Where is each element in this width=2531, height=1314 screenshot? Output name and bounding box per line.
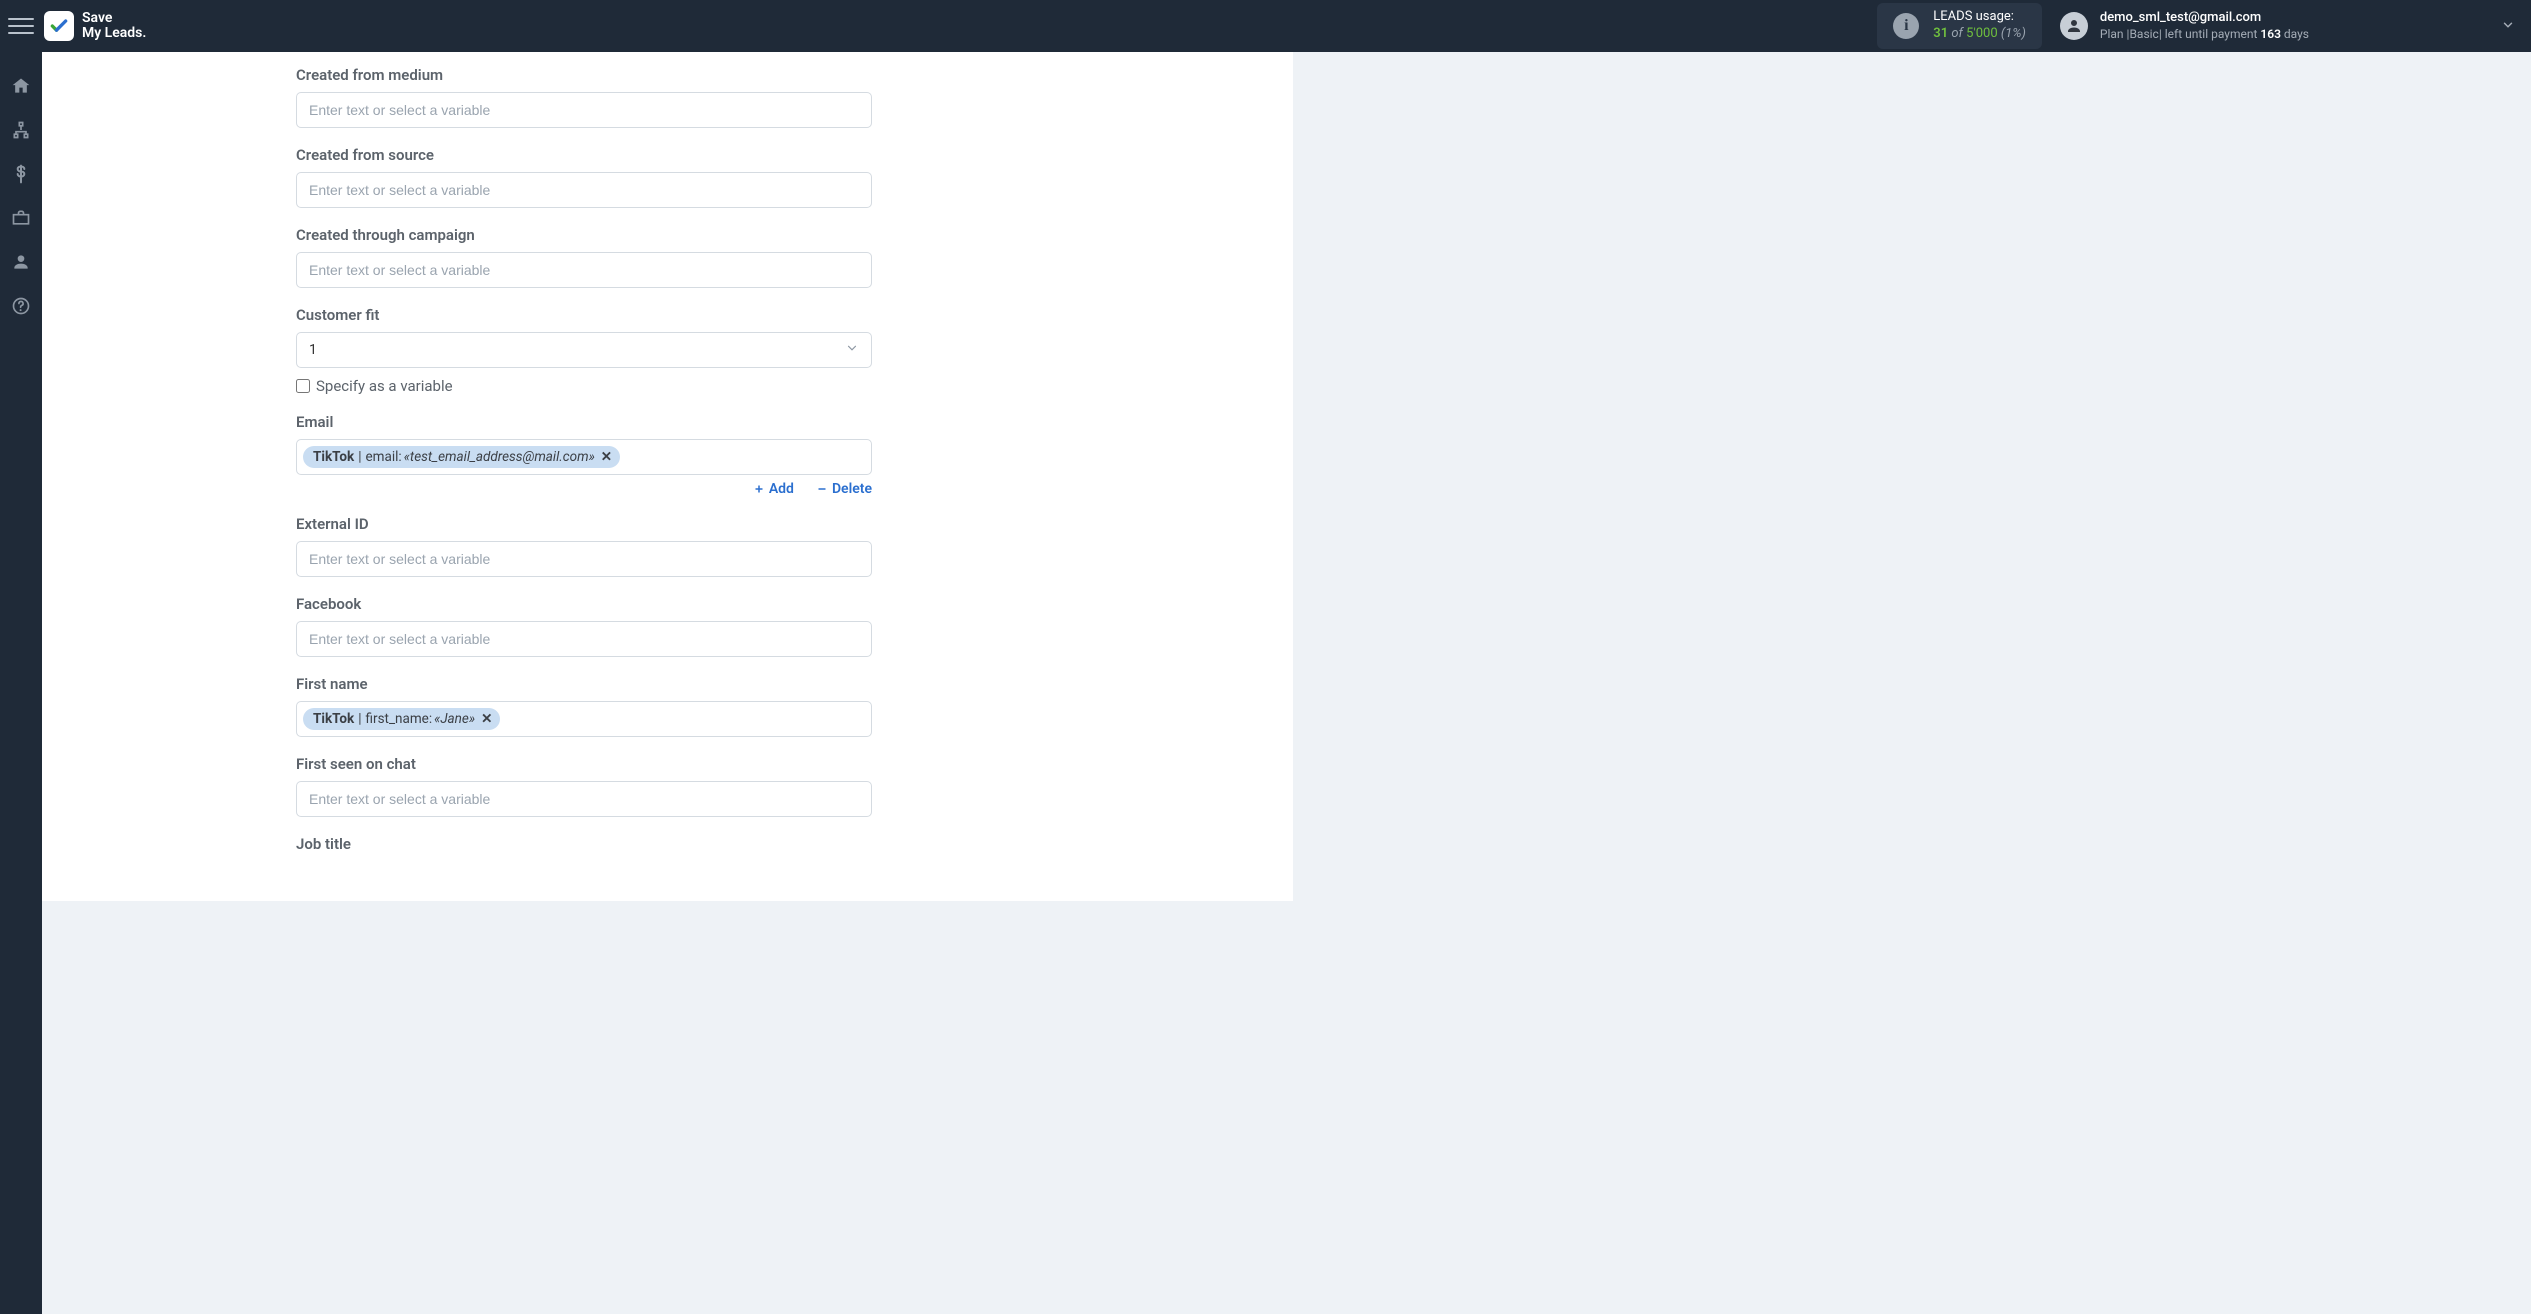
dollar-icon xyxy=(11,164,31,184)
app-logo xyxy=(44,11,74,41)
info-icon: i xyxy=(1893,13,1919,39)
input-first-name[interactable]: TikTok | first_name: «Jane» ✕ xyxy=(296,701,872,737)
top-bar: Save My Leads. i LEADS usage: 31 of 5'00… xyxy=(0,0,2531,52)
field-created-from-source: Created from source xyxy=(296,146,1251,208)
usage-of-word: of xyxy=(1951,26,1963,41)
select-customer-fit[interactable]: 1 xyxy=(296,332,872,368)
chip-value: «Jane» xyxy=(434,711,475,727)
account-menu[interactable]: demo_sml_test@gmail.com Plan |Basic| lef… xyxy=(2060,10,2515,41)
specify-as-variable-checkbox[interactable] xyxy=(296,379,310,393)
form-card: Created from medium Created from source … xyxy=(42,52,1293,901)
chip-separator: | xyxy=(358,711,361,727)
plan-prefix: Plan | xyxy=(2100,27,2130,41)
page-scroll-area[interactable]: Created from medium Created from source … xyxy=(42,52,2531,1314)
chip-value: «test_email_address@mail.com» xyxy=(404,449,595,465)
input-created-from-medium[interactable] xyxy=(296,92,872,128)
chip-key: email: xyxy=(366,449,402,465)
usage-current: 31 xyxy=(1933,26,1948,41)
delete-label: Delete xyxy=(832,481,872,497)
chip-separator: | xyxy=(358,449,361,465)
label-created-through-campaign: Created through campaign xyxy=(296,226,1251,244)
input-created-from-source[interactable] xyxy=(296,172,872,208)
label-external-id: External ID xyxy=(296,515,1251,533)
input-first-seen-on-chat[interactable] xyxy=(296,781,872,817)
plus-icon xyxy=(753,483,765,495)
specify-as-variable-row[interactable]: Specify as a variable xyxy=(296,377,1251,395)
brand-title: Save My Leads. xyxy=(82,11,146,42)
help-icon xyxy=(11,296,31,316)
left-sidebar xyxy=(0,52,42,1314)
chip-remove-button[interactable]: ✕ xyxy=(601,449,612,465)
add-email-button[interactable]: Add xyxy=(753,481,794,497)
sidebar-item-billing[interactable] xyxy=(11,164,31,184)
label-first-seen-on-chat: First seen on chat xyxy=(296,755,1251,773)
input-email[interactable]: TikTok | email: «test_email_address@mail… xyxy=(296,439,872,475)
sidebar-item-connections[interactable] xyxy=(11,120,31,140)
brand-line1: Save xyxy=(82,11,146,26)
avatar xyxy=(2060,12,2088,40)
plan-mid: | left until payment xyxy=(2159,27,2261,41)
field-created-through-campaign: Created through campaign xyxy=(296,226,1251,288)
field-first-name: First name TikTok | first_name: «Jane» ✕ xyxy=(296,675,1251,737)
chip-key: first_name: xyxy=(366,711,433,727)
leads-usage-text: LEADS usage: 31 of 5'000 (1%) xyxy=(1933,9,2026,43)
label-facebook: Facebook xyxy=(296,595,1251,613)
usage-pct: (1%) xyxy=(2001,26,2026,41)
plan-days-count: 163 xyxy=(2260,27,2281,41)
label-created-from-medium: Created from medium xyxy=(296,66,1251,84)
field-first-seen-on-chat: First seen on chat xyxy=(296,755,1251,817)
select-customer-fit-value: 1 xyxy=(309,342,317,358)
field-job-title: Job title xyxy=(296,835,1251,853)
email-action-row: Add Delete xyxy=(296,481,872,497)
hierarchy-icon xyxy=(11,120,31,140)
briefcase-icon xyxy=(11,208,31,228)
chip-source: TikTok xyxy=(313,449,354,465)
sidebar-item-profile[interactable] xyxy=(11,252,31,272)
field-email: Email TikTok | email: «test_email_addres… xyxy=(296,413,1251,497)
home-icon xyxy=(11,76,31,96)
label-email: Email xyxy=(296,413,1251,431)
chip-remove-button[interactable]: ✕ xyxy=(481,711,492,727)
add-label: Add xyxy=(769,481,794,497)
usage-label: LEADS usage: xyxy=(1933,9,2026,26)
menu-toggle-button[interactable] xyxy=(8,13,34,39)
field-facebook: Facebook xyxy=(296,595,1251,657)
chevron-down-icon xyxy=(845,341,859,359)
minus-icon xyxy=(816,483,828,495)
leads-usage-panel[interactable]: i LEADS usage: 31 of 5'000 (1%) xyxy=(1877,3,2042,49)
specify-as-variable-label: Specify as a variable xyxy=(316,377,453,395)
chip-email[interactable]: TikTok | email: «test_email_address@mail… xyxy=(303,446,620,468)
field-external-id: External ID xyxy=(296,515,1251,577)
chip-first-name[interactable]: TikTok | first_name: «Jane» ✕ xyxy=(303,708,500,730)
chip-source: TikTok xyxy=(313,711,354,727)
check-icon xyxy=(49,16,69,36)
input-facebook[interactable] xyxy=(296,621,872,657)
label-created-from-source: Created from source xyxy=(296,146,1251,164)
delete-email-button[interactable]: Delete xyxy=(816,481,872,497)
sidebar-item-help[interactable] xyxy=(11,296,31,316)
chevron-down-icon xyxy=(2501,17,2515,36)
account-plan-line: Plan |Basic| left until payment 163 days xyxy=(2100,27,2309,42)
account-text: demo_sml_test@gmail.com Plan |Basic| lef… xyxy=(2100,10,2309,41)
label-customer-fit: Customer fit xyxy=(296,306,1251,324)
brand-line2: My Leads. xyxy=(82,26,146,41)
input-external-id[interactable] xyxy=(296,541,872,577)
input-created-through-campaign[interactable] xyxy=(296,252,872,288)
plan-name: Basic xyxy=(2129,27,2158,41)
sidebar-item-home[interactable] xyxy=(11,76,31,96)
field-created-from-medium: Created from medium xyxy=(296,66,1251,128)
sidebar-item-briefcase[interactable] xyxy=(11,208,31,228)
user-icon xyxy=(11,252,31,272)
label-job-title: Job title xyxy=(296,835,1251,853)
plan-days-word: days xyxy=(2281,27,2309,41)
field-customer-fit: Customer fit 1 Specify as a variable xyxy=(296,306,1251,395)
account-email: demo_sml_test@gmail.com xyxy=(2100,10,2309,26)
label-first-name: First name xyxy=(296,675,1251,693)
person-icon xyxy=(2065,17,2083,35)
usage-max: 5'000 xyxy=(1966,26,1998,41)
